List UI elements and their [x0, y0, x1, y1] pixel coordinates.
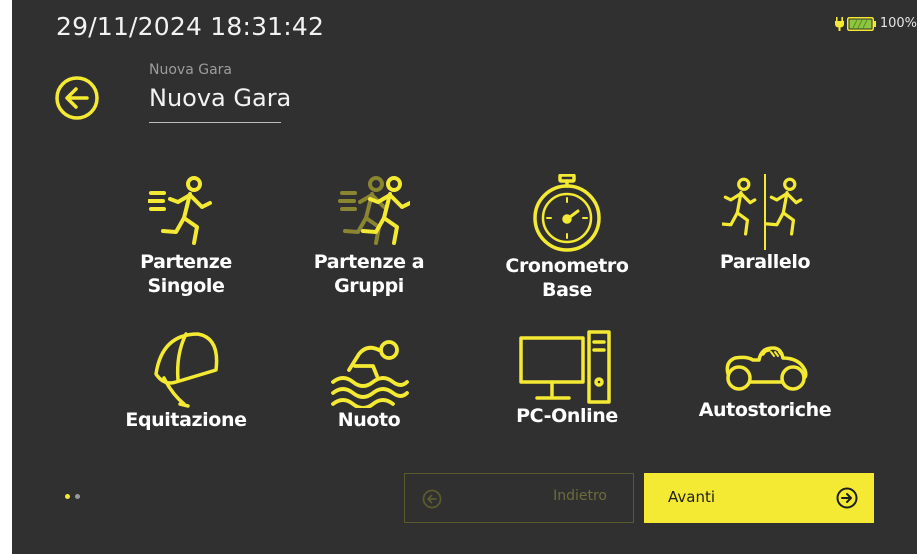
page-dot-active: [65, 494, 70, 499]
back-button-label: Indietro: [553, 488, 607, 504]
datetime-display: 29/11/2024 18:31:42: [56, 12, 325, 41]
tile-label: Equitazione: [125, 409, 247, 431]
vintage-car-icon: [725, 346, 808, 391]
tile-partenze-singole[interactable]: Partenze Singole: [111, 174, 261, 298]
next-button-label: Avanti: [668, 488, 716, 506]
title-underline: [149, 122, 281, 123]
arrow-left-circle-icon: [55, 76, 99, 120]
battery-icon: [846, 16, 876, 31]
battery-percent: 100%: [879, 16, 917, 31]
tile-pc-online[interactable]: PC-Online: [492, 330, 642, 428]
tile-label: Partenze Singole: [140, 251, 232, 297]
tile-parallelo[interactable]: Parallelo: [690, 174, 840, 274]
page-title: Nuova Gara: [149, 84, 292, 112]
next-button[interactable]: Avanti: [644, 473, 874, 523]
tile-label: Partenze a Gruppi: [313, 251, 425, 297]
riding-helmet-icon: [154, 332, 219, 408]
back-arrow-button[interactable]: [54, 75, 100, 121]
page-subtitle: Nuova Gara: [149, 62, 232, 78]
arrow-left-circle-icon: [422, 489, 442, 509]
tile-nuoto[interactable]: Nuoto: [294, 330, 444, 432]
tile-partenze-a-gruppi[interactable]: Partenze a Gruppi: [294, 174, 444, 298]
tile-cronometro-base[interactable]: Cronometro Base: [492, 174, 642, 302]
computer-icon: [519, 330, 611, 404]
swimmer-icon: [331, 340, 409, 408]
power-plug-icon: [834, 16, 844, 31]
group-runners-icon: [338, 176, 410, 245]
tile-label: PC-Online: [516, 405, 618, 427]
tile-equitazione[interactable]: Equitazione: [111, 328, 261, 432]
tile-label: Parallelo: [719, 251, 811, 273]
page-indicator: [65, 494, 80, 499]
parallel-runners-icon: [722, 174, 803, 250]
page-dot: [75, 494, 80, 499]
tile-label: Cronometro Base: [505, 255, 629, 301]
tile-autostoriche[interactable]: Autostoriche: [690, 338, 840, 422]
status-bar: 29/11/2024 18:31:42 100%: [12, 10, 917, 46]
arrow-right-circle-icon: [836, 487, 858, 509]
tile-label: Autostoriche: [698, 399, 832, 421]
app-screen: 29/11/2024 18:31:42 100% Nuova Gara Nuov…: [12, 0, 917, 554]
battery-status: 100%: [834, 16, 917, 31]
tile-label: Nuoto: [337, 409, 401, 431]
back-button[interactable]: Indietro: [404, 473, 634, 523]
stopwatch-icon: [533, 174, 601, 252]
single-runner-icon: [148, 176, 212, 245]
